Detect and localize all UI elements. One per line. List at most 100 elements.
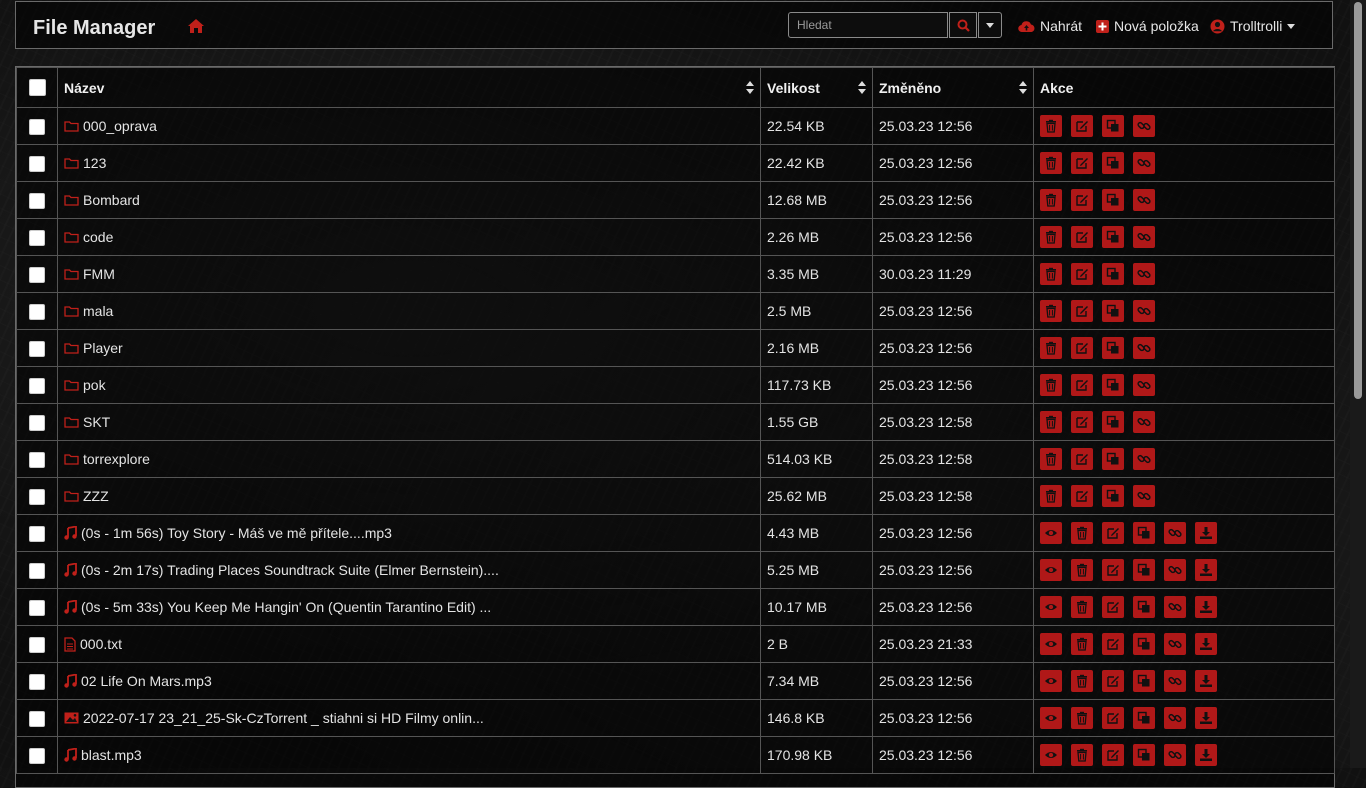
view-button[interactable] [1040, 670, 1062, 692]
rename-button[interactable] [1102, 596, 1124, 618]
file-name[interactable]: torrexplore [83, 451, 150, 467]
row-checkbox[interactable] [29, 673, 45, 690]
copy-button[interactable] [1102, 300, 1124, 322]
name-cell[interactable]: Bombard [57, 181, 761, 219]
link-button[interactable] [1133, 337, 1155, 359]
row-checkbox[interactable] [29, 229, 45, 246]
table-row[interactable]: 000.txt 2 B 25.03.23 21:33 [16, 625, 1335, 663]
rename-button[interactable] [1102, 707, 1124, 729]
file-name[interactable]: 000.txt [80, 636, 122, 652]
copy-button[interactable] [1133, 744, 1155, 766]
view-button[interactable] [1040, 744, 1062, 766]
row-checkbox[interactable] [29, 525, 45, 542]
link-button[interactable] [1133, 226, 1155, 248]
row-checkbox[interactable] [29, 747, 45, 764]
copy-button[interactable] [1133, 559, 1155, 581]
name-cell[interactable]: SKT [57, 403, 761, 441]
table-row[interactable]: torrexplore 514.03 KB 25.03.23 12:58 [16, 440, 1335, 478]
new-item-button[interactable]: Nová položka [1096, 16, 1199, 36]
rename-button[interactable] [1102, 522, 1124, 544]
delete-button[interactable] [1040, 374, 1062, 396]
file-name[interactable]: 02 Life On Mars.mp3 [81, 673, 212, 689]
name-cell[interactable]: 000_oprava [57, 107, 761, 145]
home-icon[interactable] [187, 18, 205, 34]
table-row[interactable]: (0s - 5m 33s) You Keep Me Hangin' On (Qu… [16, 588, 1335, 626]
delete-button[interactable] [1071, 596, 1093, 618]
app-title[interactable]: File Manager [33, 17, 155, 40]
delete-button[interactable] [1071, 670, 1093, 692]
copy-button[interactable] [1102, 226, 1124, 248]
download-button[interactable] [1195, 596, 1217, 618]
view-button[interactable] [1040, 522, 1062, 544]
rename-button[interactable] [1071, 226, 1093, 248]
row-checkbox[interactable] [29, 192, 45, 209]
upload-button[interactable]: Nahrát [1018, 16, 1082, 36]
rename-button[interactable] [1071, 300, 1093, 322]
name-cell[interactable]: (0s - 5m 33s) You Keep Me Hangin' On (Qu… [57, 588, 761, 626]
link-button[interactable] [1133, 485, 1155, 507]
rename-button[interactable] [1102, 670, 1124, 692]
copy-button[interactable] [1102, 189, 1124, 211]
download-button[interactable] [1195, 670, 1217, 692]
table-row[interactable]: mala 2.5 MB 25.03.23 12:56 [16, 292, 1335, 330]
delete-button[interactable] [1071, 707, 1093, 729]
name-cell[interactable]: pok [57, 366, 761, 404]
link-button[interactable] [1164, 707, 1186, 729]
row-checkbox[interactable] [29, 451, 45, 468]
delete-button[interactable] [1040, 263, 1062, 285]
name-cell[interactable]: Player [57, 329, 761, 367]
view-button[interactable] [1040, 707, 1062, 729]
copy-button[interactable] [1133, 596, 1155, 618]
table-row[interactable]: code 2.26 MB 25.03.23 12:56 [16, 218, 1335, 256]
copy-button[interactable] [1133, 670, 1155, 692]
table-row[interactable]: (0s - 1m 56s) Toy Story - Máš ve mě přít… [16, 514, 1335, 552]
link-button[interactable] [1164, 522, 1186, 544]
name-cell[interactable]: mala [57, 292, 761, 330]
rename-button[interactable] [1071, 448, 1093, 470]
file-name[interactable]: pok [83, 377, 106, 393]
copy-button[interactable] [1102, 411, 1124, 433]
download-button[interactable] [1195, 522, 1217, 544]
download-button[interactable] [1195, 744, 1217, 766]
name-cell[interactable]: (0s - 2m 17s) Trading Places Soundtrack … [57, 551, 761, 589]
rename-button[interactable] [1102, 744, 1124, 766]
link-button[interactable] [1133, 115, 1155, 137]
table-row[interactable]: 000_oprava 22.54 KB 25.03.23 12:56 [16, 107, 1335, 145]
link-button[interactable] [1164, 559, 1186, 581]
name-cell[interactable]: ZZZ [57, 477, 761, 515]
link-button[interactable] [1133, 448, 1155, 470]
name-cell[interactable]: code [57, 218, 761, 256]
copy-button[interactable] [1133, 633, 1155, 655]
delete-button[interactable] [1071, 633, 1093, 655]
rename-button[interactable] [1102, 559, 1124, 581]
file-name[interactable]: (0s - 1m 56s) Toy Story - Máš ve mě přít… [81, 525, 392, 541]
link-button[interactable] [1133, 263, 1155, 285]
name-cell[interactable]: 123 [57, 144, 761, 182]
file-name[interactable]: Player [83, 340, 123, 356]
view-button[interactable] [1040, 633, 1062, 655]
copy-button[interactable] [1102, 152, 1124, 174]
row-checkbox[interactable] [29, 710, 45, 727]
scrollbar-thumb[interactable] [1354, 2, 1362, 399]
link-button[interactable] [1133, 189, 1155, 211]
table-row[interactable]: 123 22.42 KB 25.03.23 12:56 [16, 144, 1335, 182]
file-name[interactable]: 123 [83, 155, 106, 171]
delete-button[interactable] [1040, 189, 1062, 211]
copy-button[interactable] [1102, 374, 1124, 396]
file-name[interactable]: 2022-07-17 23_21_25-Sk-CzTorrent _ stiah… [83, 710, 484, 726]
row-checkbox[interactable] [29, 155, 45, 172]
download-button[interactable] [1195, 707, 1217, 729]
download-button[interactable] [1195, 559, 1217, 581]
table-row[interactable]: 2022-07-17 23_21_25-Sk-CzTorrent _ stiah… [16, 699, 1335, 737]
table-row[interactable]: ZZZ 25.62 MB 25.03.23 12:58 [16, 477, 1335, 515]
delete-button[interactable] [1040, 337, 1062, 359]
file-name[interactable]: blast.mp3 [81, 747, 142, 763]
copy-button[interactable] [1102, 448, 1124, 470]
row-checkbox[interactable] [29, 377, 45, 394]
row-checkbox[interactable] [29, 488, 45, 505]
row-checkbox[interactable] [29, 414, 45, 431]
copy-button[interactable] [1133, 707, 1155, 729]
name-cell[interactable]: torrexplore [57, 440, 761, 478]
table-row[interactable]: 02 Life On Mars.mp3 7.34 MB 25.03.23 12:56 [16, 662, 1335, 700]
search-options-dropdown[interactable] [978, 12, 1002, 38]
